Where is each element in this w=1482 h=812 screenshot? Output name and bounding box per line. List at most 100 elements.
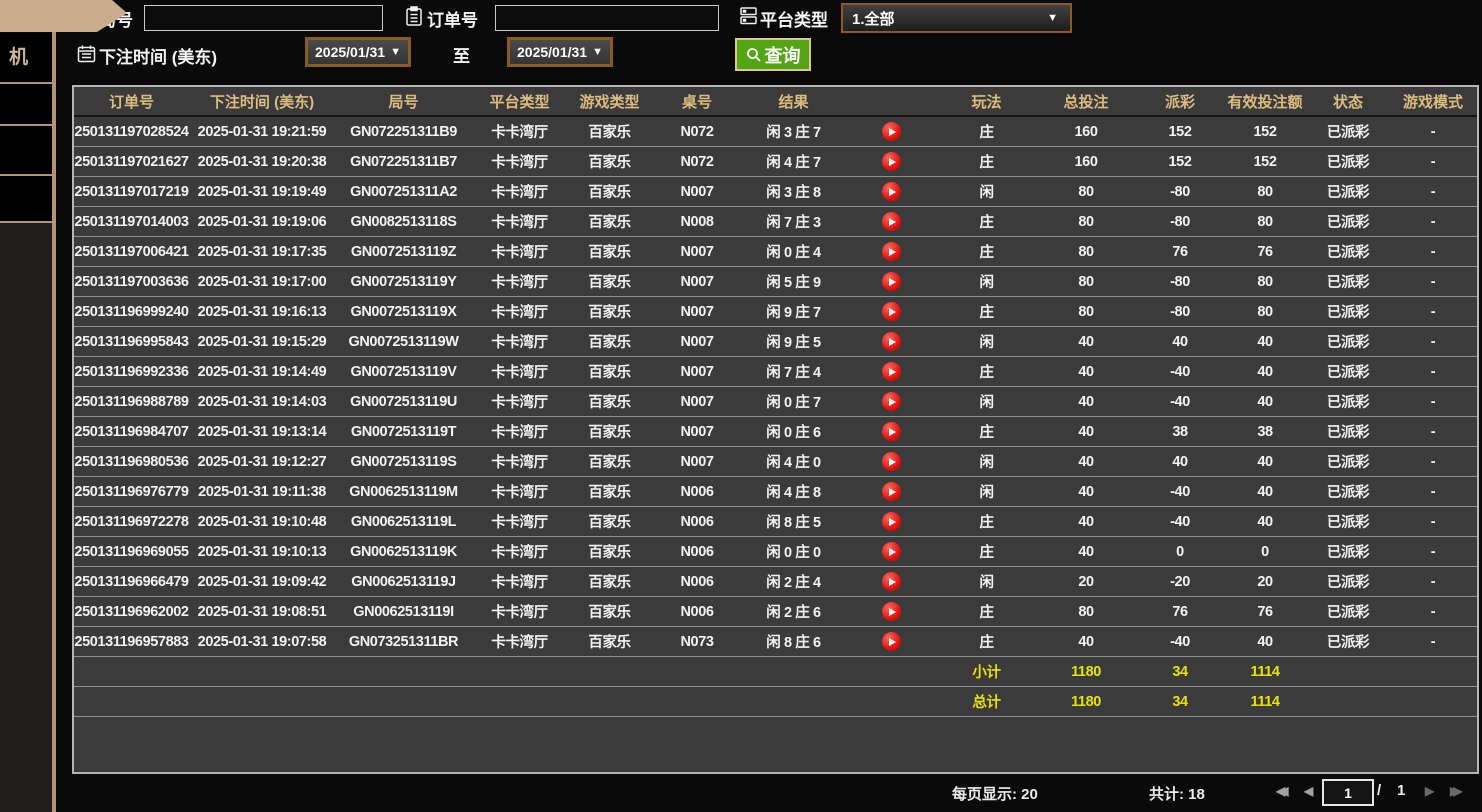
cell-order-no: 250131196962002 [74,597,189,627]
replay-button[interactable] [882,422,901,441]
date-to-select[interactable]: 2025/01/31 ▼ [507,37,613,67]
replay-button[interactable] [882,152,901,171]
cell-result: 闲 0 庄 4 [742,237,845,267]
replay-button[interactable] [882,122,901,141]
cell-game-id: GN0072513119U [335,387,472,417]
prev-page-icon[interactable]: ◀ [1304,784,1313,798]
calendar-icon [77,44,96,63]
cell-play: 庄 [938,597,1035,627]
cell-game-type: 百家乐 [567,207,652,237]
cell-table-no: N008 [652,207,742,237]
cell-mode: - [1389,116,1477,147]
cell-valid-bet: 80 [1223,177,1307,207]
cell-game-type: 百家乐 [567,477,652,507]
cell-game-type: 百家乐 [567,387,652,417]
replay-button[interactable] [882,632,901,651]
replay-button[interactable] [882,452,901,471]
replay-button[interactable] [882,242,901,261]
cell-game-type: 百家乐 [567,177,652,207]
sidebar-item-2[interactable] [0,84,52,126]
play-icon [889,518,896,526]
cell-replay [845,327,938,357]
cell-game-type: 百家乐 [567,147,652,177]
replay-button[interactable] [882,302,901,321]
replay-button[interactable] [882,212,901,231]
page-number-input[interactable] [1322,779,1374,806]
empty-cell [567,657,652,687]
replay-button[interactable] [882,362,901,381]
cell-replay [845,267,938,297]
cell-game-type: 百家乐 [567,116,652,147]
last-page-icon[interactable]: ▶▶ [1450,784,1462,798]
cell-game-id: GN007251311A2 [335,177,472,207]
next-page-icon[interactable]: ▶ [1425,784,1434,798]
cell-mode: - [1389,447,1477,477]
cell-order-no: 250131197028524 [74,116,189,147]
replay-button[interactable] [882,332,901,351]
game-id-input[interactable] [144,5,383,31]
grand-total-row: 总计1180341114 [74,687,1477,717]
query-button[interactable]: 查询 [735,38,811,71]
cell-result: 闲 8 庄 6 [742,627,845,657]
sidebar-item-4[interactable] [0,176,52,223]
sidebar-item-3[interactable] [0,126,52,176]
payout-sum: 34 [1137,687,1223,717]
cell-replay [845,447,938,477]
date-to-value: 2025/01/31 [517,44,587,60]
cell-valid-bet: 38 [1223,417,1307,447]
order-no-input[interactable] [495,5,719,31]
col-header-game-id: 局号 [335,87,472,116]
app-window: 机 局号 订单号 平台类型 1.全部 ▼ [0,0,1482,812]
cell-platform: 卡卡湾厅 [472,537,567,567]
cell-mode: - [1389,327,1477,357]
cell-total-bet: 20 [1035,567,1137,597]
cell-order-no: 250131196972278 [74,507,189,537]
cell-platform: 卡卡湾厅 [472,597,567,627]
bet-row: 2501311969847072025-01-31 19:13:14GN0072… [74,417,1477,447]
page-separator: / [1377,782,1381,799]
cell-play: 闲 [938,477,1035,507]
cell-play: 闲 [938,327,1035,357]
play-icon [889,428,896,436]
replay-button[interactable] [882,392,901,411]
cell-total-bet: 40 [1035,537,1137,567]
sidebar-item-slots[interactable]: 机 [0,33,52,84]
platform-select[interactable]: 1.全部 ▼ [841,3,1072,33]
replay-button[interactable] [882,542,901,561]
cell-bet-time: 2025-01-31 19:07:58 [189,627,335,657]
replay-button[interactable] [882,182,901,201]
cell-game-id: GN073251311BR [335,627,472,657]
play-icon [889,548,896,556]
cell-total-bet: 80 [1035,297,1137,327]
bet-table-body: 2501311970285242025-01-31 19:21:59GN0722… [74,116,1477,717]
cell-game-id: GN0072513119T [335,417,472,447]
replay-button[interactable] [882,512,901,531]
cell-valid-bet: 40 [1223,387,1307,417]
platform-select-value: 1.全部 [852,8,895,29]
cell-platform: 卡卡湾厅 [472,627,567,657]
bet-row: 2501311970036362025-01-31 19:17:00GN0072… [74,267,1477,297]
first-page-icon[interactable]: ◀◀ [1276,784,1288,798]
cell-platform: 卡卡湾厅 [472,417,567,447]
date-from-select[interactable]: 2025/01/31 ▼ [305,37,411,67]
cell-status: 已派彩 [1307,357,1389,387]
replay-button[interactable] [882,602,901,621]
play-icon [889,308,896,316]
replay-button[interactable] [882,482,901,501]
replay-button[interactable] [882,272,901,291]
cell-platform: 卡卡湾厅 [472,507,567,537]
empty-cell [742,657,845,687]
replay-button[interactable] [882,572,901,591]
cell-bet-time: 2025-01-31 19:14:49 [189,357,335,387]
cell-game-type: 百家乐 [567,237,652,267]
cell-platform: 卡卡湾厅 [472,177,567,207]
cell-total-bet: 80 [1035,597,1137,627]
cell-total-bet: 40 [1035,627,1137,657]
cell-table-no: N007 [652,297,742,327]
cell-mode: - [1389,147,1477,177]
cell-bet-time: 2025-01-31 19:10:48 [189,507,335,537]
cell-play: 庄 [938,357,1035,387]
cell-payout: -40 [1137,507,1223,537]
query-button-label: 查询 [765,42,801,68]
play-icon [889,398,896,406]
